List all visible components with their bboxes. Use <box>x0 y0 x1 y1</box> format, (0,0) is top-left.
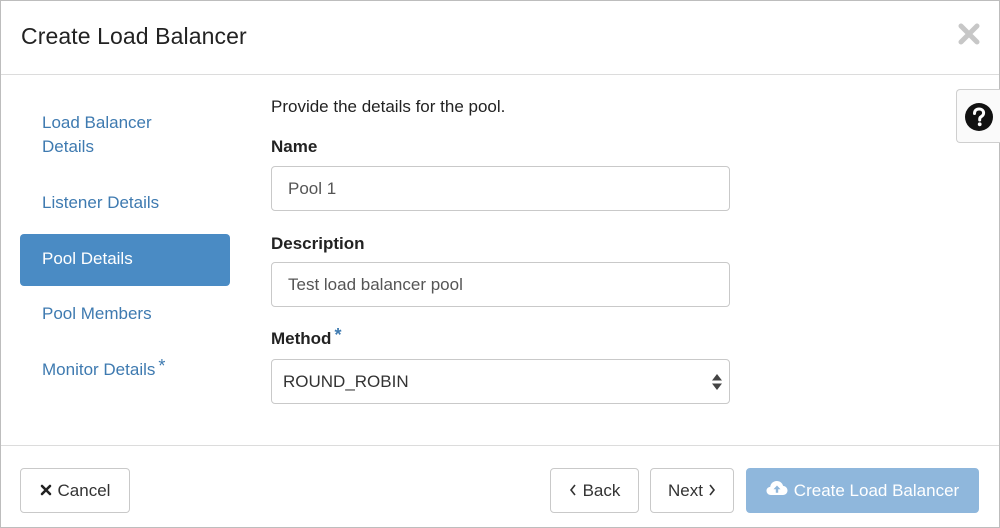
dialog-header: Create Load Balancer <box>1 1 999 75</box>
description-input[interactable] <box>271 262 730 307</box>
nav-item-pool-members[interactable]: Pool Members <box>20 302 230 326</box>
times-icon <box>40 481 52 501</box>
nav-item-label: Monitor Details <box>42 360 156 379</box>
question-circle-icon <box>965 103 993 131</box>
cancel-button-label: Cancel <box>57 480 111 500</box>
method-label-text: Method <box>271 329 332 348</box>
nav-item-listener-details[interactable]: Listener Details <box>20 191 230 215</box>
nav-item-monitor-details[interactable]: Monitor Details * <box>20 356 230 382</box>
nav-item-label-line2: Details <box>42 137 94 156</box>
nav-item-load-balancer-details[interactable]: Load Balancer Details <box>20 111 230 159</box>
help-button[interactable] <box>956 89 1000 143</box>
nav-item-label: Listener Details <box>42 193 160 212</box>
nav-item-label: Pool Details <box>42 249 133 268</box>
description-label: Description <box>271 234 365 253</box>
next-button-label: Next <box>668 480 703 500</box>
nav-item-label: Pool Members <box>42 304 152 323</box>
method-select-value: ROUND_ROBIN <box>283 372 409 391</box>
name-label: Name <box>271 137 318 156</box>
back-button-label: Back <box>582 480 621 500</box>
nav-item-label-line1: Load Balancer <box>42 113 152 132</box>
name-input[interactable] <box>271 166 730 211</box>
required-marker: * <box>334 325 342 345</box>
required-marker: * <box>158 356 166 376</box>
dialog-title: Create Load Balancer <box>21 23 247 49</box>
form-intro-text: Provide the details for the pool. <box>271 97 506 116</box>
chevron-right-icon <box>708 481 716 501</box>
next-button[interactable]: Next <box>650 468 734 513</box>
nav-item-pool-details[interactable]: Pool Details <box>20 234 230 286</box>
cloud-upload-icon <box>766 480 788 501</box>
create-load-balancer-button[interactable]: Create Load Balancer <box>746 468 979 513</box>
chevron-left-icon <box>569 481 577 501</box>
create-load-balancer-dialog: Create Load Balancer Load Balancer Detai… <box>0 0 1000 528</box>
cancel-button[interactable]: Cancel <box>20 468 130 513</box>
sort-arrows-icon <box>712 374 722 390</box>
method-label: Method * <box>271 325 341 350</box>
back-button[interactable]: Back <box>550 468 639 513</box>
create-load-balancer-button-label: Create Load Balancer <box>793 480 960 500</box>
method-select[interactable]: ROUND_ROBIN <box>271 359 730 404</box>
close-icon[interactable] <box>956 21 982 47</box>
dialog-footer: Cancel Back Next Create Load Balancer <box>1 445 999 527</box>
